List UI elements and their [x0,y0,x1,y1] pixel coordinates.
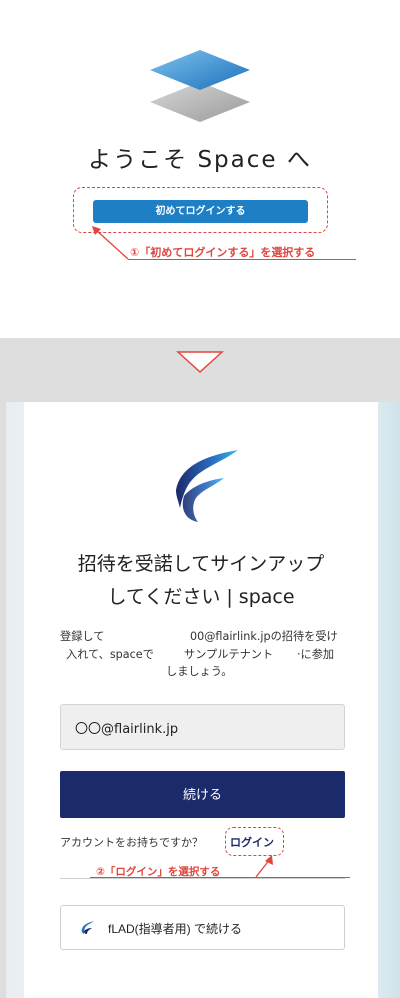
email-field[interactable] [60,704,345,750]
tenant-name: サンプルテナント [184,647,274,661]
desc-text: しましょう。 [166,665,233,678]
callout-pointer [255,855,273,878]
callout-underline [128,259,356,260]
signup-heading: 招待を受諾してサインアップ してください | space [24,548,378,614]
welcome-title: ようこそ Space へ [88,147,312,173]
down-arrow-icon [176,351,224,374]
account-prompt: アカウントをお持ちですか？ [60,836,203,849]
first-login-button[interactable]: 初めてログインする [93,200,308,223]
callout-underline [90,877,350,878]
heading-line-1: 招待を受諾してサインアップ [77,553,325,575]
welcome-section: ようこそ Space へ 初めてログインする ①「初めてログインする」を選択する [0,0,400,338]
flairlink-logo-icon [176,450,238,522]
callout-step-1: ①「初めてログインする」を選択する [130,246,316,259]
divider [60,878,345,879]
desc-text: 登録して [60,630,105,643]
login-link[interactable]: ログイン [230,834,274,850]
desc-text: ·に参加 [297,647,335,661]
callout-pointer [92,226,129,260]
heading-line-2: してください | space [107,586,295,608]
space-logo-icon [150,50,250,122]
continue-button[interactable]: 続ける [60,771,345,818]
desc-text: 00@flairlink.jpの招待を受け [190,630,338,643]
flad-button-label: fLAD(指導者用) で続ける [108,922,243,936]
flad-logo-icon [81,921,94,934]
flad-continue-button[interactable]: fLAD(指導者用) で続ける [60,905,345,950]
invite-description: 登録して 00@flairlink.jpの招待を受け 入れて、spaceで サン… [52,628,352,681]
desc-text: 入れて、spaceで [66,647,154,661]
